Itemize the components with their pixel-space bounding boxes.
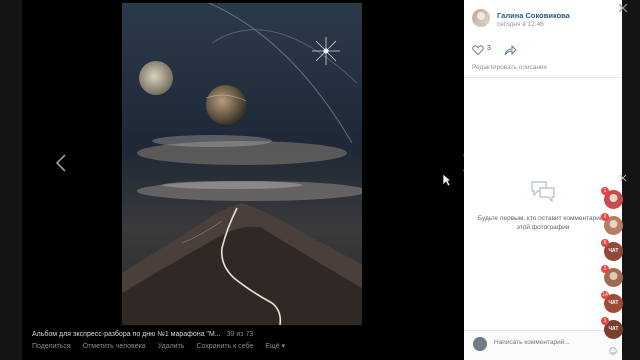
- mouse-cursor-icon: [442, 173, 452, 187]
- chat-avatar[interactable]: 2: [601, 265, 623, 287]
- unread-badge: 6: [601, 239, 609, 247]
- comment-bar: [464, 330, 622, 360]
- chat-label: ЧАТ: [608, 248, 619, 254]
- chat-label: ЧАТ: [608, 300, 619, 306]
- chat-label: ЧАТ: [608, 326, 619, 332]
- chat-avatar[interactable]: ЧАТ 1: [601, 317, 623, 339]
- close-chats-icon[interactable]: [619, 174, 627, 182]
- unread-badge: 1: [601, 187, 609, 195]
- chat-avatar[interactable]: 1: [601, 187, 623, 209]
- photo-counter: 39 из 73: [226, 331, 254, 338]
- close-icon[interactable]: [618, 3, 628, 13]
- save-to-me-link[interactable]: Сохранить к себе: [196, 343, 253, 350]
- my-avatar[interactable]: [473, 337, 487, 351]
- heart-icon[interactable]: [472, 44, 484, 56]
- photo-info-panel: Галина Соковикова сегодня в 12:46 3 Реда…: [464, 0, 622, 360]
- post-time[interactable]: сегодня в 12:46: [497, 21, 544, 28]
- divider: [464, 77, 622, 78]
- chat-strip: 1 2 ЧАТ 6 2 ЧАТ 14 ЧАТ 1: [600, 184, 628, 344]
- chat-avatar[interactable]: ЧАТ 6: [601, 239, 623, 261]
- album-caption: Альбом для экспресс-разбора по дню №1 ма…: [32, 331, 253, 338]
- delete-link[interactable]: Удалить: [158, 343, 185, 350]
- share-link[interactable]: Поделиться: [32, 343, 71, 350]
- edit-description-link[interactable]: Редактировать описание: [472, 64, 547, 71]
- more-menu[interactable]: Ещё: [265, 343, 285, 350]
- emoji-icon[interactable]: [609, 347, 617, 355]
- unread-badge: 1: [601, 317, 609, 325]
- empty-comments-text: Будьте первым, кто оставит комментарий к…: [477, 215, 609, 231]
- like-count: 3: [487, 45, 491, 52]
- tag-person-link[interactable]: Отметить человека: [83, 343, 146, 350]
- photo-actions: Поделиться Отметить человека Удалить Сохран…: [32, 342, 297, 350]
- photo-viewer: Альбом для экспресс-разбора по дню №1 ма…: [0, 0, 640, 360]
- comment-input[interactable]: [494, 339, 594, 346]
- chat-avatar[interactable]: ЧАТ 14: [601, 291, 623, 313]
- unread-badge: 14: [601, 291, 609, 299]
- comments-icon: [531, 181, 555, 203]
- album-title[interactable]: Альбом для экспресс-разбора по дню №1 ма…: [32, 331, 221, 338]
- avatar-portrait-icon: [474, 12, 488, 27]
- chat-avatar[interactable]: 2: [601, 213, 623, 235]
- author-avatar[interactable]: [472, 9, 490, 27]
- previous-photo-icon[interactable]: [52, 152, 72, 174]
- photo[interactable]: [122, 3, 362, 325]
- unread-badge: 2: [601, 213, 609, 221]
- photo-pane: [22, 0, 474, 360]
- unread-badge: 2: [601, 265, 609, 273]
- share-icon[interactable]: [504, 44, 517, 56]
- author-name[interactable]: Галина Соковикова: [497, 11, 570, 20]
